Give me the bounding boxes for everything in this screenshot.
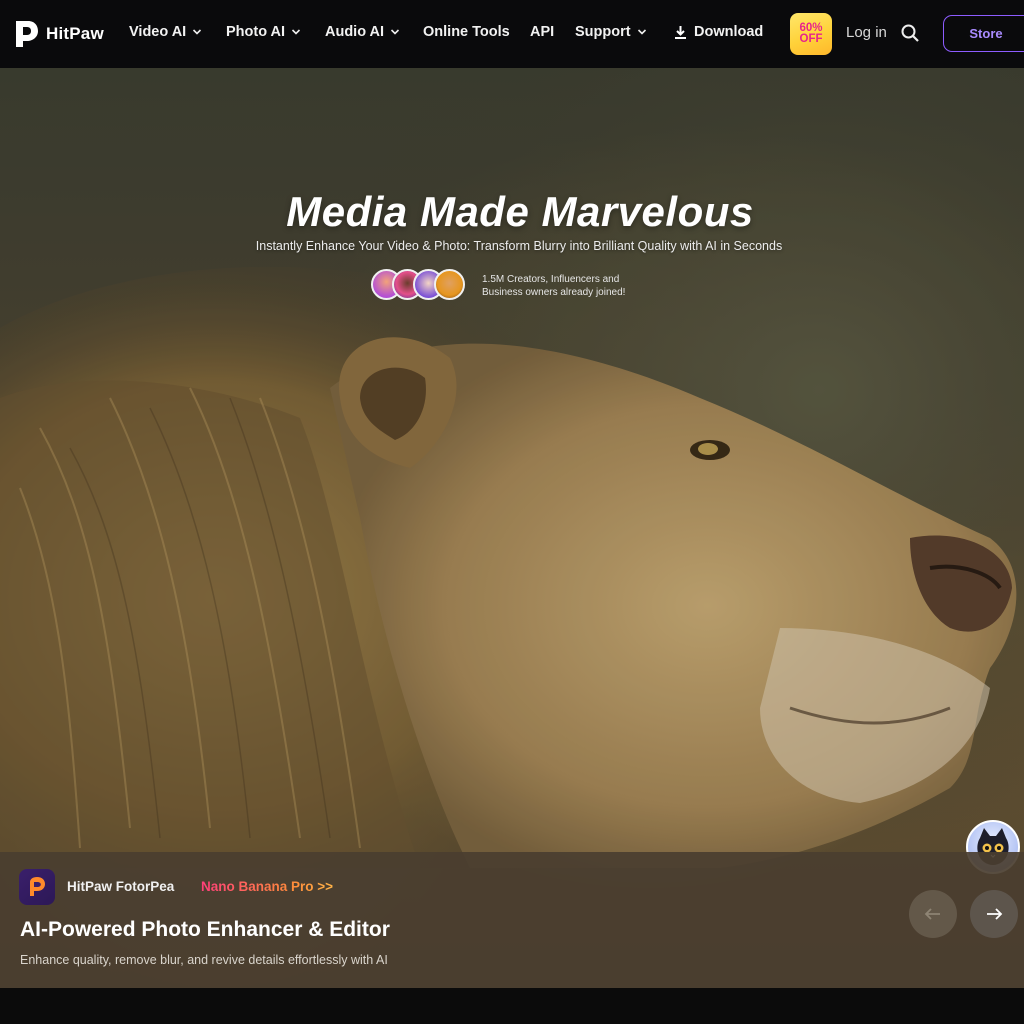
nano-banana-link[interactable]: Nano Banana Pro >> <box>201 879 333 894</box>
card-title: AI-Powered Photo Enhancer & Editor <box>20 918 390 941</box>
nav-item-label: Online Tools <box>423 24 510 40</box>
nav-item-photo-ai[interactable]: Photo AI <box>226 24 301 40</box>
product-card-bar: HitPaw FotorPea Nano Banana Pro >> AI-Po… <box>0 852 1024 988</box>
nav-item-label: Video AI <box>129 24 187 40</box>
nav-item-label: Audio AI <box>325 24 385 40</box>
login-link[interactable]: Log in <box>846 24 887 41</box>
joined-line-1: 1.5M Creators, Influencers and <box>482 274 620 285</box>
nav-item-online-tools[interactable]: Online Tools <box>423 24 510 40</box>
search-icon[interactable] <box>900 23 920 43</box>
hero-section: Media Made Marvelous Instantly Enhance Y… <box>0 68 1024 988</box>
joined-line-2: Business owners already joined! <box>482 287 626 298</box>
arrow-left-icon <box>924 908 940 920</box>
creator-avatars <box>371 269 465 300</box>
nav-item-video-ai[interactable]: Video AI <box>129 24 202 40</box>
card-description: Enhance quality, remove blur, and revive… <box>20 953 388 967</box>
nav-item-api[interactable]: API <box>530 24 554 40</box>
hitpaw-logo[interactable]: HitPaw <box>12 17 104 51</box>
store-button[interactable]: Store <box>943 15 1024 52</box>
fotorpea-app-icon <box>19 869 55 905</box>
chevron-down-icon <box>291 29 301 35</box>
chevron-down-icon <box>390 29 400 35</box>
nav-item-label: Photo AI <box>226 24 286 40</box>
app-name: HitPaw FotorPea <box>67 879 175 894</box>
nav-item-label: API <box>530 24 555 40</box>
carousel-next-button[interactable] <box>970 890 1018 938</box>
joined-caption: 1.5M Creators, Influencers and Business … <box>482 273 682 299</box>
hitpaw-logo-icon <box>16 21 38 47</box>
nav-item-audio-ai[interactable]: Audio AI <box>325 24 400 40</box>
download-label: Download <box>694 24 764 40</box>
logo-text: HitPaw <box>46 24 104 43</box>
download-icon <box>675 25 686 39</box>
promo-off: OFF <box>799 33 823 45</box>
chevron-down-icon <box>637 29 646 35</box>
fotorpea-logo-icon <box>30 877 45 896</box>
chevron-down-icon <box>193 29 202 35</box>
nav-item-support[interactable]: Support <box>575 24 647 40</box>
hero-subtitle: Instantly Enhance Your Video & Photo: Tr… <box>255 239 783 253</box>
top-navigation: HitPaw Video AI Photo AI Audio AI Online… <box>0 0 1024 68</box>
store-label: Store <box>969 26 1003 41</box>
discount-promo-badge[interactable]: 60% OFF <box>790 13 832 55</box>
nav-item-label: Support <box>575 24 631 40</box>
download-link[interactable]: Download <box>673 24 763 40</box>
avatar <box>434 269 465 300</box>
hero-title: Media Made Marvelous <box>286 188 754 235</box>
page-footer-strip <box>0 988 1024 1024</box>
carousel-prev-button[interactable] <box>909 890 957 938</box>
arrow-right-icon <box>987 908 1003 920</box>
